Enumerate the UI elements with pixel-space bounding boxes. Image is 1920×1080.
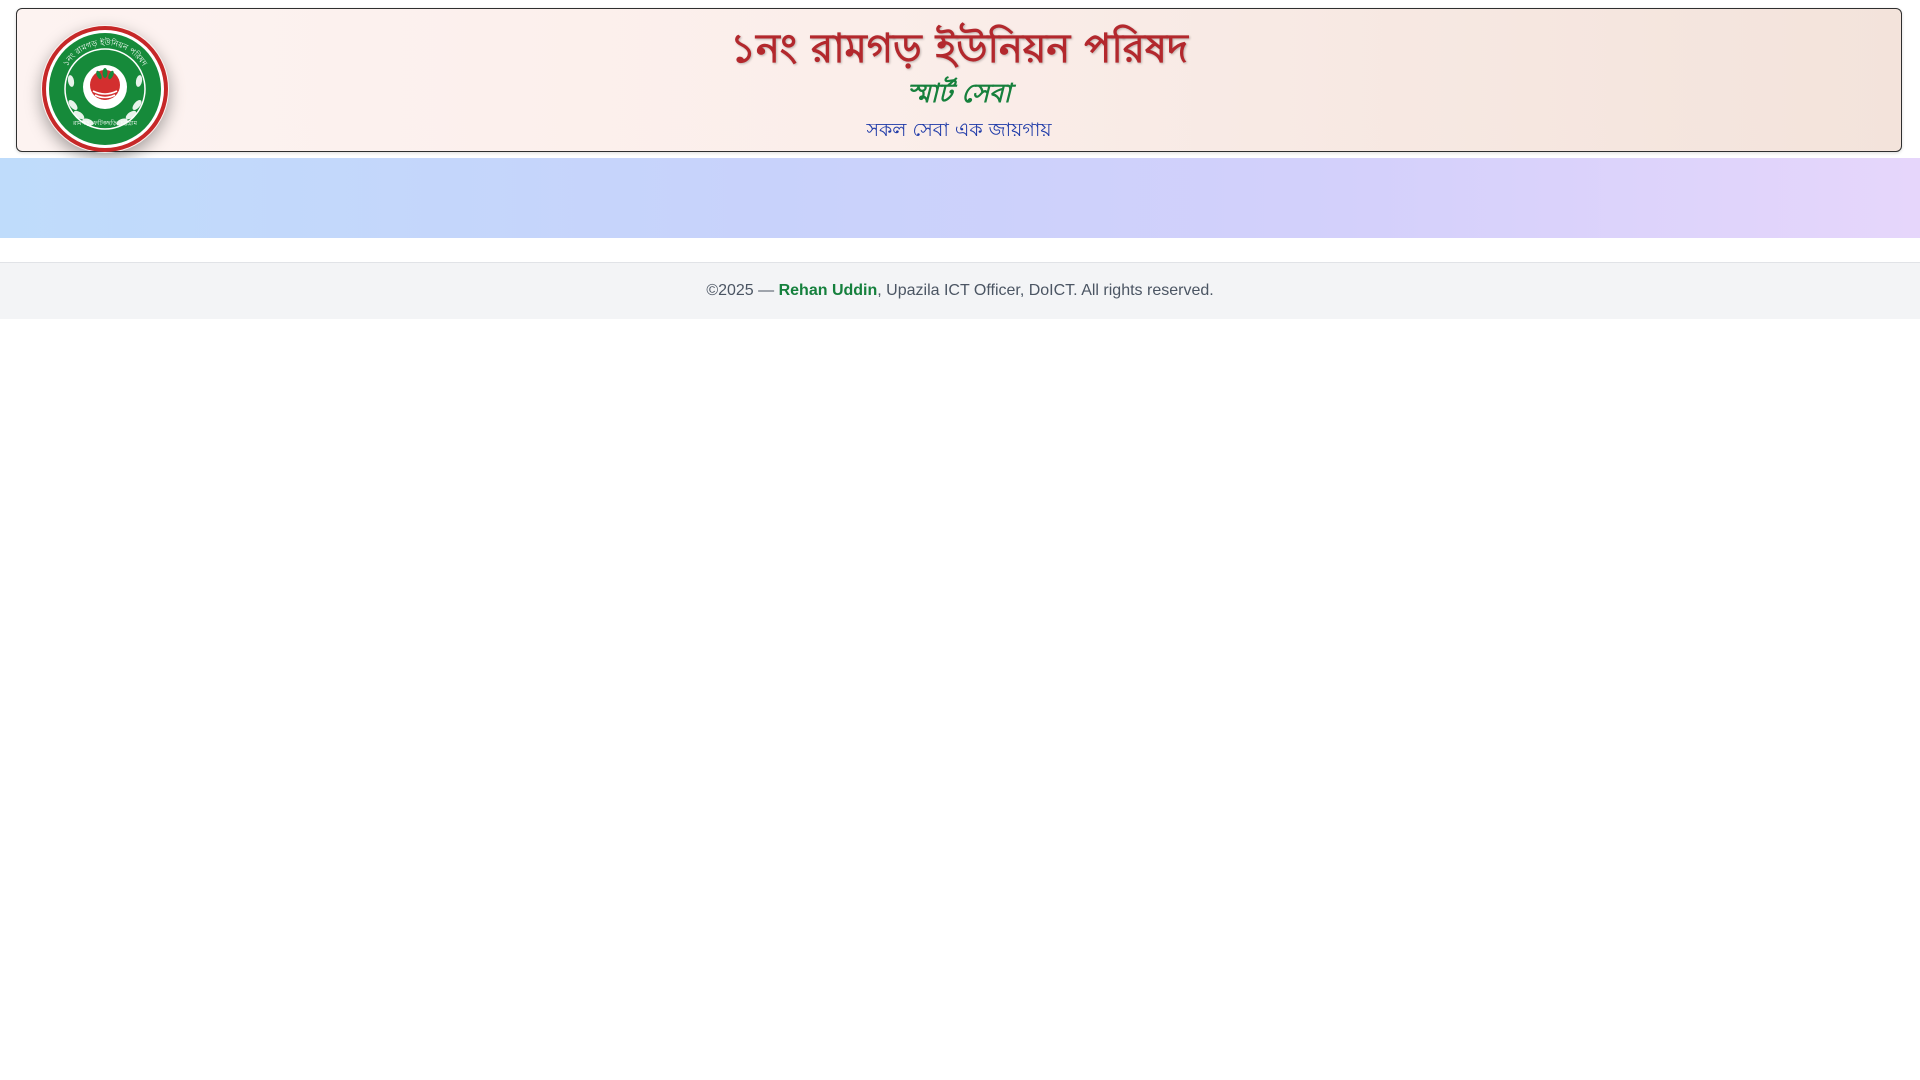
gradient-banner xyxy=(0,158,1920,238)
footer-credits: , Upazila ICT Officer, DoICT. All rights… xyxy=(877,282,1214,299)
page: ১নং রামগড় ইউনিয়ন পরিষদ রামগড়, ফটিকছড়… xyxy=(0,0,1920,1080)
site-header: ১নং রামগড় ইউনিয়ন পরিষদ রামগড়, ফটিকছড়… xyxy=(16,8,1902,152)
page-tagline: সকল সেবা এক জায়গায় xyxy=(866,119,1052,141)
page-title: ১নং রামগড় ইউনিয়ন পরিষদ xyxy=(730,25,1188,72)
page-subtitle: স্মার্ট সেবা xyxy=(906,79,1012,109)
footer-author-link[interactable]: Rehan Uddin xyxy=(779,282,878,299)
footer-copyright: ©2025 — xyxy=(706,282,779,299)
site-footer: ©2025 — Rehan Uddin, Upazila ICT Officer… xyxy=(0,262,1920,319)
